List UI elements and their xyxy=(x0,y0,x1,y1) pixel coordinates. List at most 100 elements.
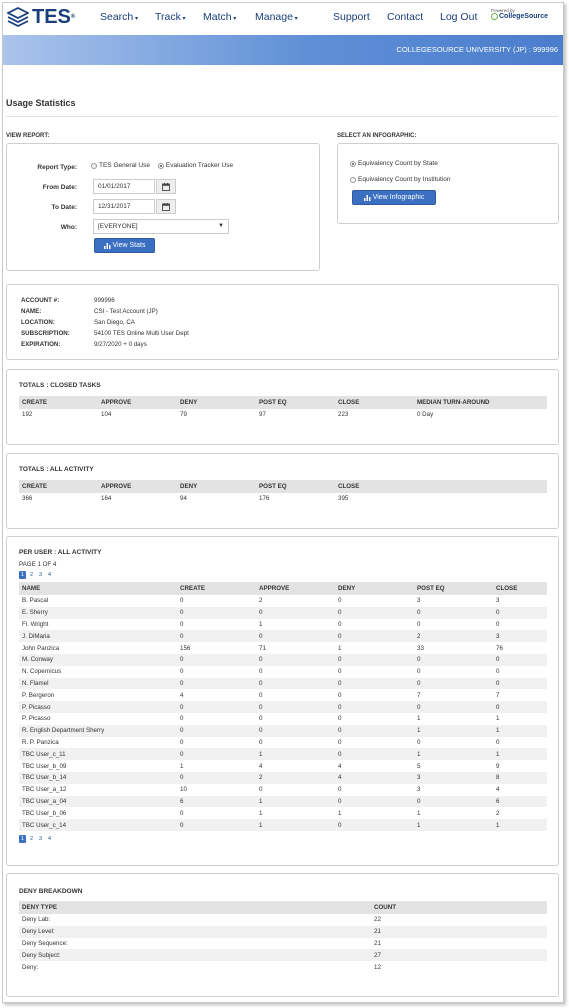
bar-chart-icon xyxy=(363,194,371,201)
tes-logo[interactable]: TES® xyxy=(7,6,75,28)
to-date-calendar-button[interactable] xyxy=(156,199,176,214)
cell: 0 xyxy=(338,691,342,699)
page-link[interactable]: 2 xyxy=(28,835,35,843)
cell: 0 xyxy=(414,606,493,619)
top-navbar: TES® Search ▾ Track ▾ Match ▾ Manage ▾ S… xyxy=(3,3,563,35)
nav-match-menu[interactable]: Match ▾ xyxy=(203,11,236,23)
table-row: R. English Department Sherry 0 0 0 1 1 xyxy=(19,724,547,737)
page-link[interactable]: 4 xyxy=(46,571,53,579)
account-location-row: LOCATION: San Diego, CA xyxy=(21,319,135,326)
report-type-tracker-radio[interactable]: Evaluation Tracker Use xyxy=(157,162,233,169)
cell: 1 xyxy=(338,809,342,817)
view-infographic-button[interactable]: View Infographic xyxy=(352,190,436,205)
nav-track-menu[interactable]: Track ▾ xyxy=(155,11,186,23)
table-row: B. Pascal 0 2 0 3 3 xyxy=(19,595,547,607)
cell: 3 xyxy=(496,597,500,605)
cell: 3 xyxy=(417,597,421,605)
table-row: 366 164 94 176 395 xyxy=(19,493,547,505)
nav-support-link[interactable]: Support xyxy=(333,11,370,23)
user-name-cell: TBC User_b_14 xyxy=(19,771,177,784)
view-stats-button[interactable]: View Stats xyxy=(94,238,155,253)
cell: 0 xyxy=(259,738,263,746)
cell: 0 xyxy=(180,668,184,676)
to-date-label: To Date: xyxy=(51,204,77,211)
table-row: 192 104 79 97 223 0 Day xyxy=(19,409,547,421)
from-date-input[interactable]: 01/01/2017 xyxy=(93,179,155,194)
to-date-input[interactable]: 12/31/2017 xyxy=(93,199,155,214)
cell: 3 xyxy=(417,786,421,794)
column-header: CLOSE xyxy=(335,396,414,409)
nav-search-menu[interactable]: Search ▾ xyxy=(100,11,138,23)
who-select[interactable]: [EVERYONE] ▼ xyxy=(93,219,229,234)
from-date-calendar-button[interactable] xyxy=(156,179,176,194)
user-name-cell: P. Bergeron xyxy=(22,691,55,699)
cell: 1 xyxy=(259,620,263,628)
stack-logo-icon xyxy=(7,6,29,28)
cell: 0 xyxy=(177,677,256,690)
table-row: TBC User_b_14 0 2 4 3 8 xyxy=(19,771,547,784)
closed-tasks-title: TOTALS : CLOSED TASKS xyxy=(19,382,101,389)
cell: 94 xyxy=(180,495,187,503)
cell: 1 xyxy=(414,819,493,831)
page-link[interactable]: 4 xyxy=(46,835,53,843)
table-row: TBC User_c_14 0 1 0 1 1 xyxy=(19,819,547,831)
page-link[interactable]: 1 xyxy=(19,835,26,843)
cell: 0 xyxy=(414,795,493,808)
cell: 4 xyxy=(180,691,184,699)
table-row: Fl. Wright 0 1 0 0 0 xyxy=(19,619,547,631)
page-link[interactable]: 3 xyxy=(37,571,44,579)
user-name-cell: J. DiMaria xyxy=(19,630,177,643)
all-activity-title: TOTALS : ALL ACTIVITY xyxy=(19,466,94,473)
cell: 0 xyxy=(259,786,263,794)
cell: 0 xyxy=(417,668,421,676)
cell: 0 xyxy=(335,701,414,713)
calendar-icon xyxy=(162,202,170,211)
table-row: E. Sherry 0 0 0 0 0 xyxy=(19,606,547,619)
nav-manage-menu[interactable]: Manage ▾ xyxy=(255,11,298,23)
cell: 1 xyxy=(493,748,547,761)
pagination-top: 1 2 3 4 xyxy=(19,571,53,579)
page-title: Usage Statistics xyxy=(6,98,76,108)
cell: 0 xyxy=(177,724,256,737)
view-report-label: VIEW REPORT: xyxy=(6,133,50,139)
cell: 3 xyxy=(493,630,547,643)
report-type-general-radio[interactable]: TES General Use xyxy=(91,162,150,169)
page-link[interactable]: 1 xyxy=(19,571,26,579)
user-name-cell: TBC User_a_12 xyxy=(22,786,67,794)
count-cell: 22 xyxy=(374,916,381,924)
cell: 0 xyxy=(414,677,493,690)
cell: 223 xyxy=(338,411,349,419)
cell: 104 xyxy=(101,411,112,419)
infographic-state-radio[interactable]: Equivalency Count by State xyxy=(350,160,438,167)
deny-type-cell: Deny Lab: xyxy=(22,916,51,924)
cell: 0 xyxy=(335,795,414,808)
column-header xyxy=(414,480,547,493)
brand-name: CollegeSource xyxy=(499,13,549,20)
deny-breakdown-panel: DENY BREAKDOWN DENY TYPE COUNT Deny Lab:… xyxy=(6,873,559,997)
page-link[interactable]: 3 xyxy=(37,835,44,843)
cell: 0 xyxy=(338,620,342,628)
cell: 4 xyxy=(338,762,342,770)
column-header: DENY xyxy=(177,396,256,409)
cell: 0 xyxy=(338,668,342,676)
page-link[interactable]: 2 xyxy=(28,571,35,579)
nav-contact-link[interactable]: Contact xyxy=(387,11,423,23)
closed-tasks-table: CREATE APPROVE DENY POST EQ CLOSE MEDIAN… xyxy=(19,396,547,421)
count-cell: 21 xyxy=(371,925,547,938)
cell: 4 xyxy=(496,786,500,794)
table-row: TBC User_b_06 0 1 1 1 2 xyxy=(19,807,547,819)
table-row: P. Picasso 0 0 0 0 0 xyxy=(19,701,547,713)
cell: 33 xyxy=(417,644,424,652)
calendar-icon xyxy=(162,182,170,191)
cell: 192 xyxy=(22,411,33,419)
infographic-institution-radio[interactable]: Equivalency Count by Institution xyxy=(350,176,451,183)
cell: 1 xyxy=(338,644,342,652)
cell: 0 xyxy=(338,786,342,794)
nav-logout-link[interactable]: Log Out xyxy=(440,11,477,23)
cell: 156 xyxy=(180,644,191,652)
table-row: John Panzica 156 71 1 33 76 xyxy=(19,642,547,654)
all-activity-table: CREATE APPROVE DENY POST EQ CLOSE 366 16… xyxy=(19,480,547,505)
column-header: CREATE xyxy=(19,480,98,493)
app-window: TES® Search ▾ Track ▾ Match ▾ Manage ▾ S… xyxy=(2,2,564,1003)
user-name-cell: TBC User_b_09 xyxy=(22,762,67,770)
